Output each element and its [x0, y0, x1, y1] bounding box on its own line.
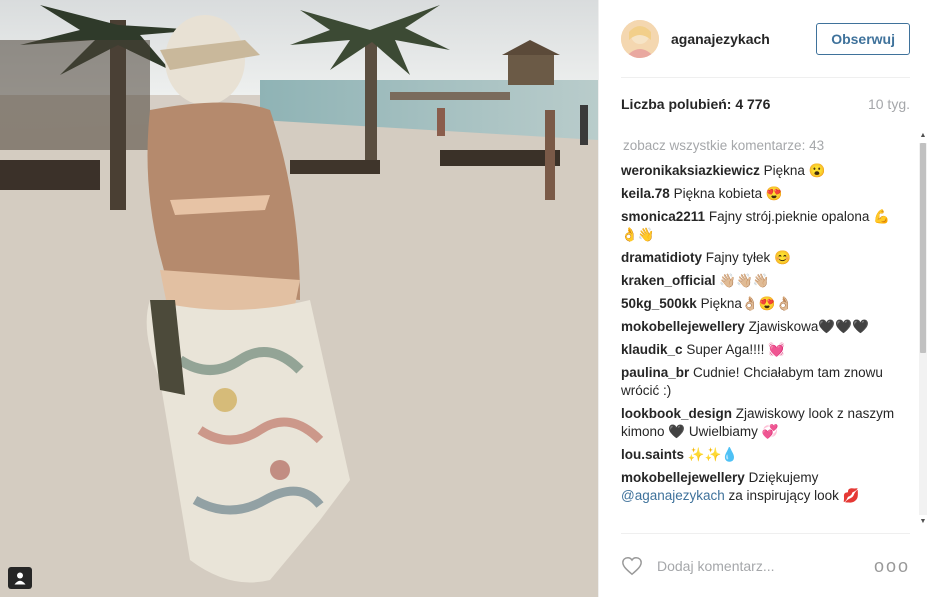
comment-author[interactable]: smonica2211 — [621, 209, 705, 224]
comment-author[interactable]: weronikaksiazkiewicz — [621, 163, 760, 178]
comment: dramatidioty Fajny tyłek 😊 — [621, 249, 906, 267]
comment: kraken_official 👋🏼👋🏼👋🏼 — [621, 272, 906, 290]
post-modal: aganajezykach Obserwuj Liczba polubień: … — [0, 0, 932, 597]
comment-text: Piękna 😮 — [763, 163, 826, 178]
username-link[interactable]: aganajezykach — [671, 31, 816, 47]
comment: mokobellejewellery Zjawiskowa🖤🖤🖤 — [621, 318, 906, 336]
post-time[interactable]: 10 tyg. — [868, 96, 910, 112]
avatar-image — [621, 19, 659, 58]
comment-author[interactable]: mokobellejewellery — [621, 319, 745, 334]
comment-author[interactable]: lookbook_design — [621, 406, 732, 421]
beach-photo — [0, 0, 598, 597]
comment: lou.saints ✨✨💧 — [621, 446, 906, 464]
heart-icon[interactable] — [621, 555, 643, 577]
comment-footer: Dodaj komentarz... ooo — [621, 533, 910, 598]
more-options-icon[interactable]: ooo — [874, 556, 910, 577]
post-header: aganajezykach Obserwuj — [621, 0, 910, 78]
comment: lookbook_design Zjawiskowy look z naszym… — [621, 405, 906, 441]
comment-text: Super Aga!!!! 💓 — [686, 342, 785, 357]
scrollbar-thumb[interactable] — [920, 143, 926, 353]
comments-scrollbar[interactable]: ▲ ▼ — [918, 131, 928, 527]
scroll-up-arrow-icon[interactable]: ▲ — [919, 131, 927, 141]
post-photo[interactable] — [0, 0, 598, 597]
comment-author[interactable]: mokobellejewellery — [621, 470, 745, 485]
comment-text: za inspirujący look 💋 — [728, 488, 860, 503]
comment: weronikaksiazkiewicz Piękna 😮 — [621, 162, 906, 180]
add-comment-input[interactable]: Dodaj komentarz... — [657, 558, 874, 574]
comment: paulina_br Cudnie! Chciałabym tam znowu … — [621, 364, 906, 400]
comment-text: Dziękujemy — [748, 470, 819, 485]
comment: keila.78 Piękna kobieta 😍 — [621, 185, 906, 203]
likes-row: Liczba polubień: 4 776 10 tyg. — [621, 96, 910, 112]
comment: klaudik_c Super Aga!!!! 💓 — [621, 341, 906, 359]
comment-author[interactable]: paulina_br — [621, 365, 689, 380]
comment-text: 👋🏼👋🏼👋🏼 — [719, 273, 770, 288]
mention-link[interactable]: @aganajezykach — [621, 488, 725, 503]
user-tag-icon[interactable] — [8, 567, 32, 589]
person-glyph — [14, 572, 26, 585]
follow-button[interactable]: Obserwuj — [816, 22, 910, 55]
avatar[interactable] — [621, 19, 659, 58]
post-sidebar: aganajezykach Obserwuj Liczba polubień: … — [598, 0, 932, 597]
comment: 50kg_500kk Piękna👌🏼😍👌🏼 — [621, 295, 906, 313]
view-all-comments-link[interactable]: zobacz wszystkie komentarze: 43 — [623, 137, 906, 155]
comment-author[interactable]: 50kg_500kk — [621, 296, 697, 311]
comment-author[interactable]: klaudik_c — [621, 342, 683, 357]
comment-author[interactable]: dramatidioty — [621, 250, 702, 265]
comment-author[interactable]: lou.saints — [621, 447, 684, 462]
comment: smonica2211 Fajny strój.pieknie opalona … — [621, 208, 906, 244]
comment-text: Piękna👌🏼😍👌🏼 — [700, 296, 793, 311]
comment: mokobellejewellery Dziękujemy @aganajezy… — [621, 469, 906, 505]
scroll-down-arrow-icon[interactable]: ▼ — [919, 517, 927, 527]
comment-text: Piękna kobieta 😍 — [673, 186, 783, 201]
likes-count[interactable]: Liczba polubień: 4 776 — [621, 96, 770, 112]
comments-list: zobacz wszystkie komentarze: 43 weronika… — [621, 134, 906, 530]
comment-text: Zjawiskowa🖤🖤🖤 — [748, 319, 869, 334]
comment-author[interactable]: keila.78 — [621, 186, 670, 201]
comment-text: Fajny tyłek 😊 — [705, 250, 791, 265]
comment-text: ✨✨💧 — [687, 447, 739, 462]
comment-author[interactable]: kraken_official — [621, 273, 716, 288]
